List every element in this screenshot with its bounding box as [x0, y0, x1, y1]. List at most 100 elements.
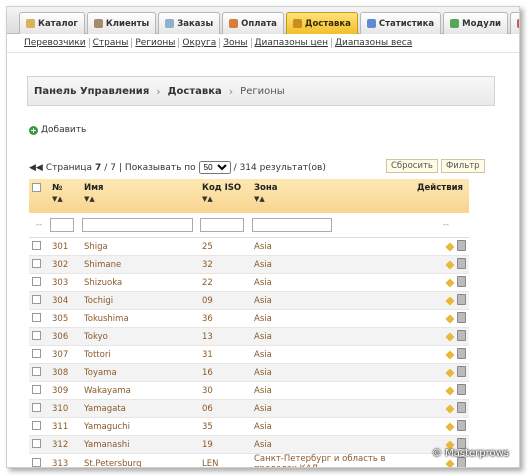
row-checkbox[interactable] [32, 312, 41, 322]
table-row[interactable]: 310 Yamagata 06 Asia [29, 399, 469, 418]
subnav-item-5[interactable]: Диапазоны цен [252, 38, 332, 48]
filter-id-input[interactable] [50, 218, 74, 232]
tab-label: Доставка [304, 18, 351, 29]
edit-icon[interactable] [445, 295, 455, 306]
table-row[interactable]: 312 Yamanashi 19 Asia [29, 435, 469, 454]
edit-icon[interactable] [445, 241, 455, 252]
col-zone[interactable]: Зона ▼▲ [251, 179, 414, 213]
edit-icon[interactable] [445, 421, 455, 432]
delete-icon[interactable] [457, 239, 466, 251]
subnav-item-1[interactable]: Страны [90, 38, 133, 48]
add-button[interactable]: + Добавить [29, 125, 86, 135]
tab-6[interactable]: Модули [443, 12, 508, 34]
edit-icon[interactable] [445, 385, 455, 396]
delete-icon[interactable] [457, 401, 466, 413]
row-checkbox[interactable] [32, 294, 41, 304]
cell-zone: Asia [251, 309, 414, 328]
edit-icon[interactable] [445, 349, 455, 360]
delete-icon[interactable] [457, 311, 466, 323]
row-checkbox[interactable] [32, 458, 41, 467]
cell-iso: 36 [199, 309, 251, 328]
row-checkbox[interactable] [32, 240, 41, 250]
edit-icon[interactable] [445, 367, 455, 378]
delete-icon[interactable] [457, 293, 466, 305]
row-checkbox[interactable] [32, 258, 41, 268]
tab-5[interactable]: Статистика [359, 12, 442, 34]
delete-icon[interactable] [457, 257, 466, 269]
row-checkbox[interactable] [32, 420, 41, 430]
results-count: / 314 результат(ов) [233, 162, 326, 173]
reset-button[interactable]: Сбросить [386, 159, 438, 173]
filter-zone-input[interactable] [252, 218, 332, 232]
cell-name: Shizuoka [81, 273, 199, 292]
filter-button[interactable]: Фильтр [440, 159, 485, 173]
subnav-item-4[interactable]: Зоны [220, 38, 252, 48]
edit-icon[interactable] [445, 277, 455, 288]
row-checkbox[interactable] [32, 384, 41, 394]
tab-3[interactable]: Оплата [222, 12, 284, 34]
tab-1[interactable]: Клиенты [86, 12, 157, 34]
table-row[interactable]: 308 Toyama 16 Asia [29, 363, 469, 382]
sort-arrows-icon[interactable]: ▼▲ [52, 195, 78, 203]
cell-iso: LEN [199, 453, 251, 467]
tab-2[interactable]: Заказы [158, 12, 221, 34]
delete-icon[interactable] [457, 437, 466, 449]
per-page-select[interactable]: 50 [198, 161, 231, 174]
edit-icon[interactable] [445, 403, 455, 414]
cell-id: 304 [49, 291, 81, 310]
row-checkbox[interactable] [32, 366, 41, 376]
tab-7[interactable]: Сотрудни [510, 12, 519, 34]
select-all-checkbox[interactable] [32, 183, 41, 192]
subnav-item-6[interactable]: Диапазоны веса [332, 38, 415, 48]
subnav-item-3[interactable]: Округа [179, 38, 221, 48]
cell-zone: Asia [251, 363, 414, 382]
table-row[interactable]: 305 Tokushima 36 Asia [29, 309, 469, 328]
edit-icon[interactable] [445, 331, 455, 342]
delete-icon[interactable] [457, 347, 466, 359]
table-row[interactable]: 306 Tokyo 13 Asia [29, 327, 469, 346]
row-checkbox[interactable] [32, 438, 41, 448]
edit-icon[interactable] [445, 259, 455, 270]
cell-id: 309 [49, 381, 81, 400]
delete-icon[interactable] [457, 365, 466, 377]
tab-icon [229, 19, 239, 28]
row-checkbox[interactable] [32, 348, 41, 358]
table-row[interactable]: 301 Shiga 25 Asia [29, 237, 469, 256]
table-row[interactable]: 302 Shimane 32 Asia [29, 255, 469, 274]
tab-icon [450, 19, 460, 28]
cell-name: Shimane [81, 255, 199, 274]
row-checkbox[interactable] [32, 330, 41, 340]
col-name[interactable]: Имя ▼▲ [81, 179, 199, 213]
table-row[interactable]: 307 Tottori 31 Asia [29, 345, 469, 364]
edit-icon[interactable] [445, 459, 455, 467]
edit-icon[interactable] [445, 313, 455, 324]
filter-iso-input[interactable] [200, 218, 244, 232]
delete-icon[interactable] [457, 329, 466, 341]
delete-icon[interactable] [457, 275, 466, 287]
table-row[interactable]: 311 Yamaguchi 35 Asia [29, 417, 469, 436]
show-label: | Показывать по [119, 162, 196, 173]
table-row[interactable]: 304 Tochigi 09 Asia [29, 291, 469, 310]
tab-0[interactable]: Каталог [19, 12, 85, 34]
sort-arrows-icon[interactable]: ▼▲ [254, 195, 411, 203]
row-checkbox[interactable] [32, 402, 41, 412]
delete-icon[interactable] [457, 419, 466, 431]
filter-name-input[interactable] [82, 218, 193, 232]
subnav-item-2[interactable]: Регионы [132, 38, 180, 48]
add-icon: + [29, 125, 38, 135]
delete-icon[interactable] [457, 383, 466, 395]
col-id[interactable]: № ▼▲ [49, 179, 81, 213]
first-page-icon[interactable]: ◀◀ [29, 163, 43, 173]
row-checkbox[interactable] [32, 276, 41, 286]
breadcrumb-root[interactable]: Панель Управления [34, 86, 149, 97]
tab-4[interactable]: Доставка [285, 12, 358, 34]
col-iso[interactable]: Код ISO ▼▲ [199, 179, 251, 213]
col-iso-label: Код ISO [202, 183, 242, 193]
table-row[interactable]: 313 St.Petersburg LEN Санкт-Петербург и обл… [29, 453, 469, 467]
table-row[interactable]: 303 Shizuoka 22 Asia [29, 273, 469, 292]
table-row[interactable]: 309 Wakayama 30 Asia [29, 381, 469, 400]
subnav-item-0[interactable]: Перевозчики [21, 38, 90, 48]
sort-arrows-icon[interactable]: ▼▲ [202, 195, 248, 203]
breadcrumb-section[interactable]: Доставка [168, 86, 222, 97]
sort-arrows-icon[interactable]: ▼▲ [84, 195, 196, 203]
